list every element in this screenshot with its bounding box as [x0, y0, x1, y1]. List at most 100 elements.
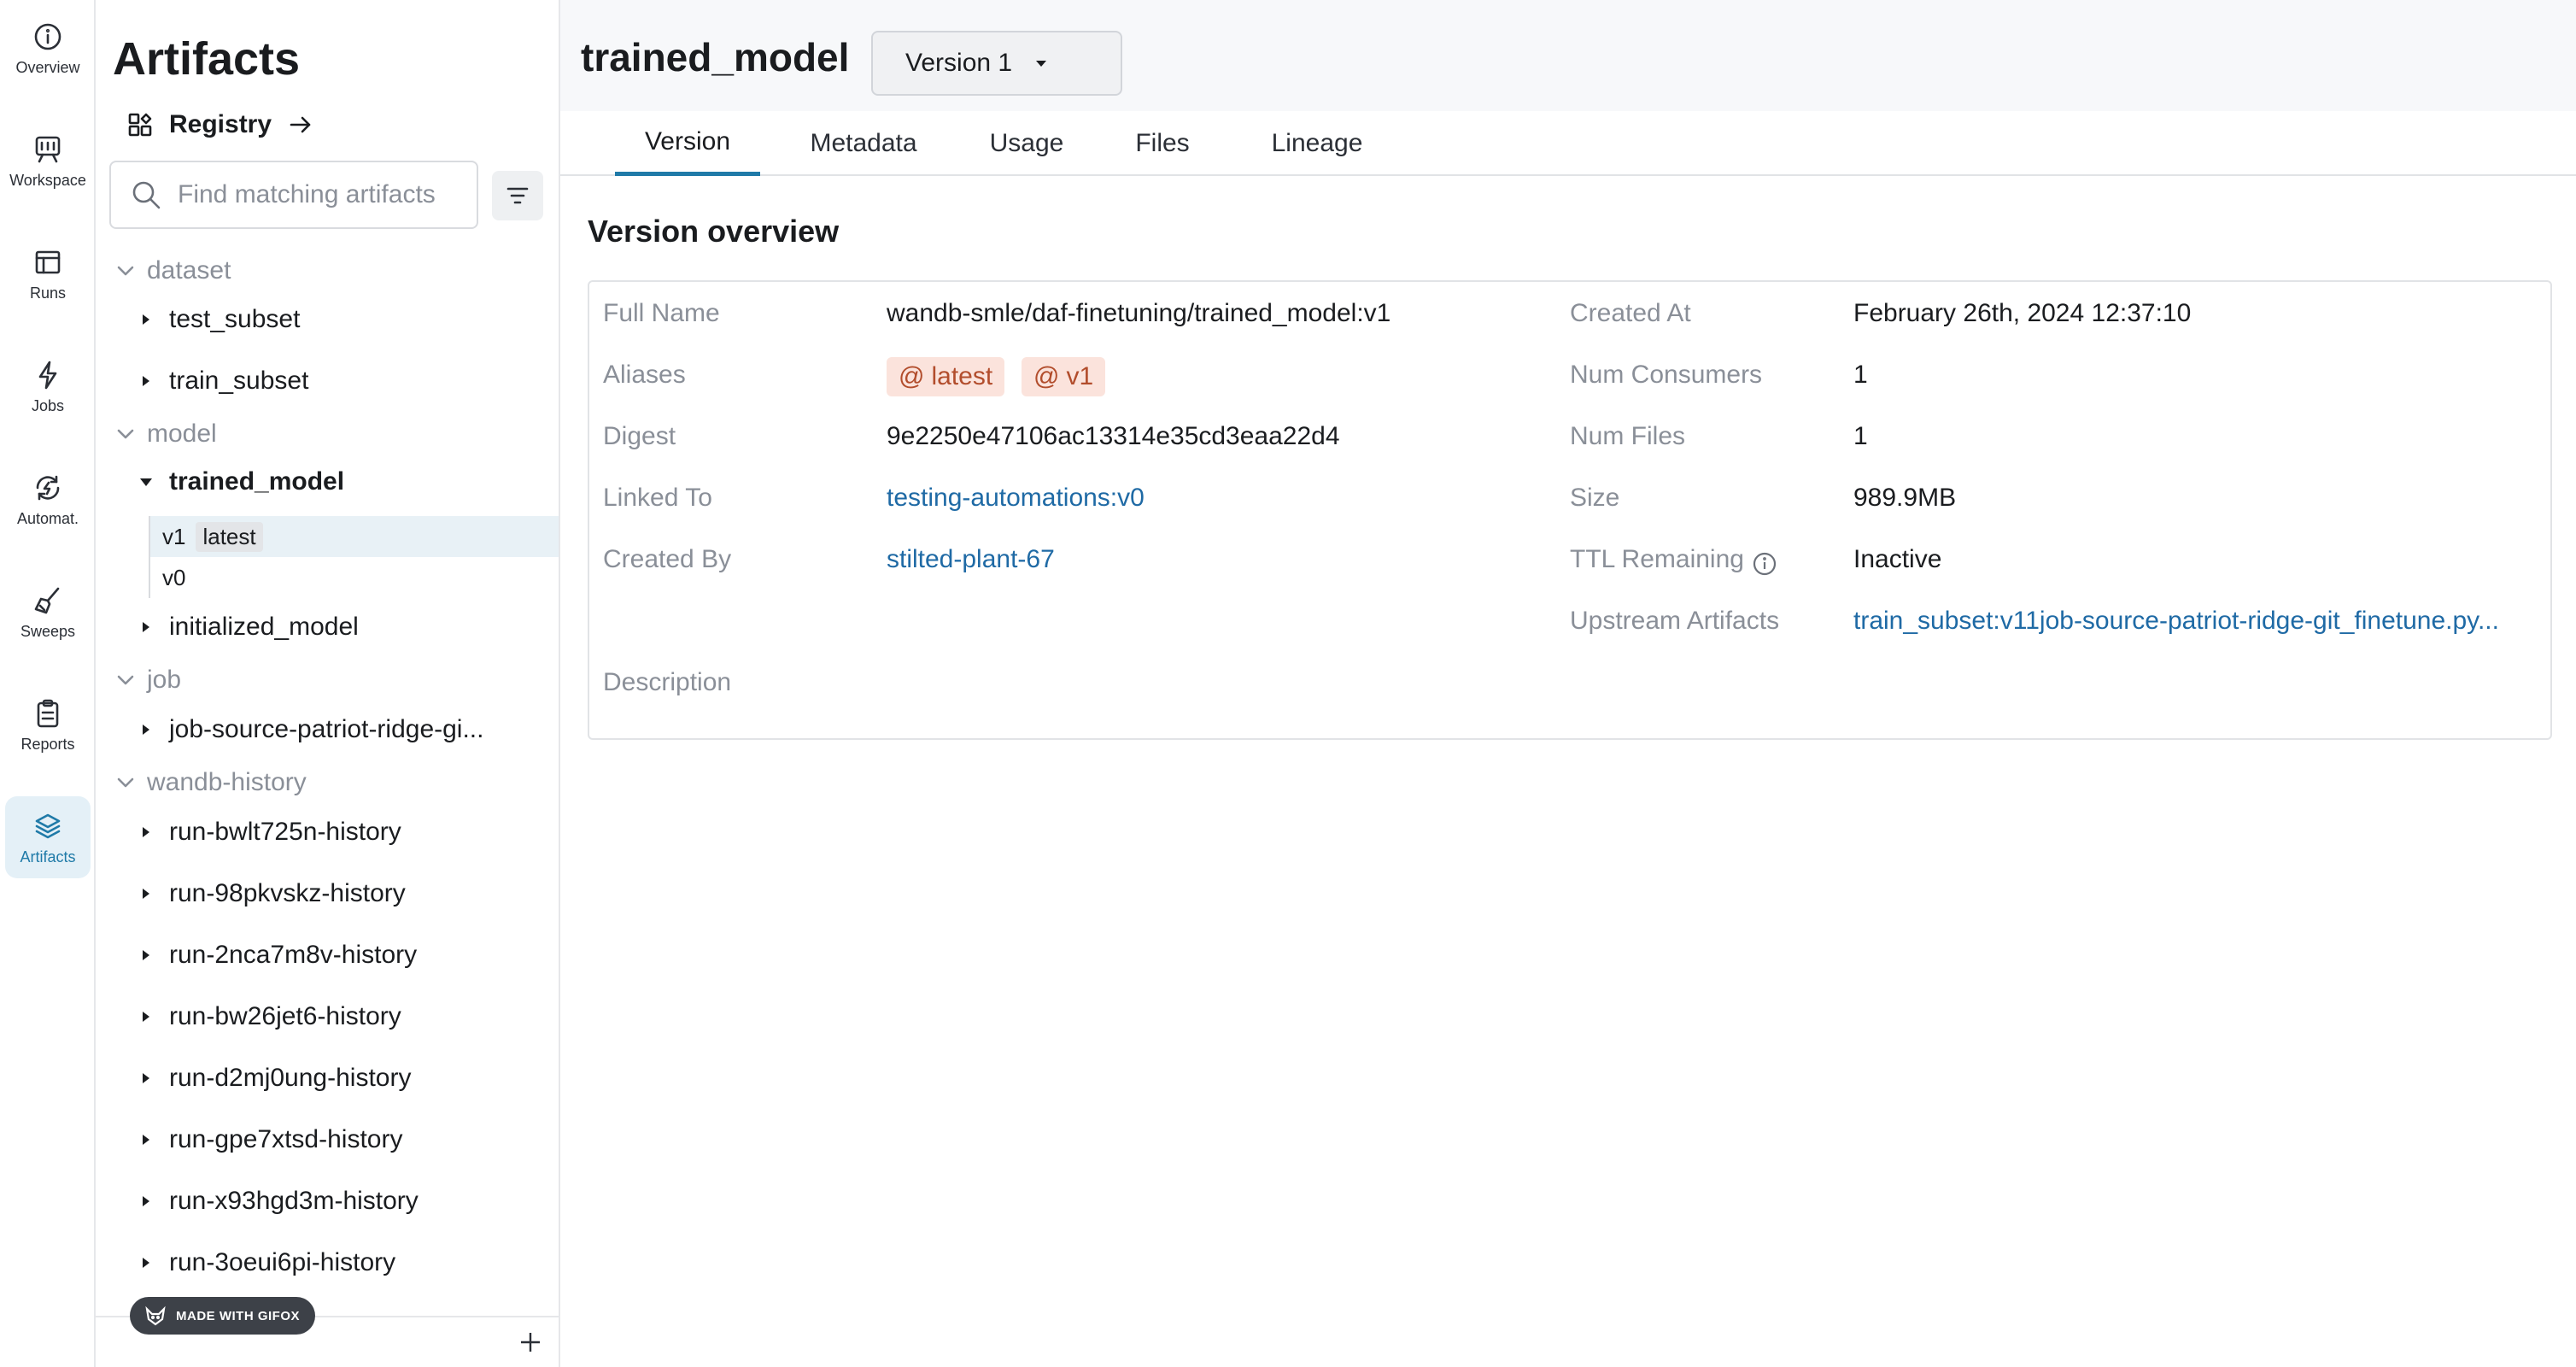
- version-overview-card: Full Name wandb-smle/daf-finetuning/trai…: [588, 280, 2552, 740]
- caret-right-icon: [143, 950, 149, 960]
- layers-icon: [35, 813, 61, 838]
- info-icon: [34, 23, 61, 50]
- tree-item-history[interactable]: run-3oeui6pi-history: [137, 1239, 395, 1287]
- rail-label: Sweeps: [20, 622, 76, 640]
- ttl-label: TTL Remaining: [1570, 545, 1744, 573]
- rail-label: Overview: [15, 58, 80, 76]
- version-row-v1[interactable]: v1 latest: [149, 516, 559, 557]
- add-button[interactable]: [518, 1329, 543, 1355]
- caret-right-icon: [143, 1073, 149, 1083]
- version-dropdown-value: Version 1: [905, 49, 1013, 77]
- tree-item-label: job-source-patriot-ridge-gi...: [169, 715, 484, 743]
- version-dropdown[interactable]: Version 1: [871, 31, 1122, 96]
- upstream-link[interactable]: train_subset:v11job-source-patriot-ridge…: [1853, 607, 2537, 636]
- alias-badge-v1[interactable]: @ v1: [1022, 357, 1106, 396]
- group-label: job: [147, 666, 182, 694]
- group-label: wandb-history: [147, 768, 307, 796]
- tree-item-history[interactable]: run-bw26jet6-history: [137, 993, 401, 1041]
- num-consumers-label: Num Consumers: [1570, 361, 1763, 389]
- tree-item-history[interactable]: run-x93hgd3m-history: [137, 1177, 419, 1225]
- tree-group-dataset[interactable]: dataset: [114, 249, 231, 292]
- arrow-right-icon: [290, 116, 311, 133]
- caret-right-icon: [143, 1135, 149, 1145]
- rail-label: Workspace: [9, 171, 86, 189]
- tree-item-label: run-98pkvskz-history: [169, 879, 406, 907]
- version-name: v0: [162, 564, 186, 590]
- caret-down-icon: [140, 478, 152, 486]
- linked-to-link[interactable]: testing-automations:v0: [887, 484, 1145, 513]
- automation-icon: [36, 475, 60, 500]
- search-input[interactable]: [178, 180, 468, 209]
- tree-item-history[interactable]: run-bwlt725n-history: [137, 808, 401, 856]
- size-value: 989.9MB: [1853, 484, 1957, 512]
- tab-version[interactable]: Version: [615, 111, 760, 176]
- gifox-watermark: MADE WITH GIFOX: [130, 1297, 315, 1335]
- rail-jobs[interactable]: Jobs: [5, 345, 91, 427]
- search-box[interactable]: [109, 161, 478, 229]
- tree-item-label: trained_model: [169, 467, 345, 496]
- created-by-label: Created By: [603, 545, 732, 573]
- tree-item-history[interactable]: run-d2mj0ung-history: [137, 1054, 411, 1102]
- tree-item-history[interactable]: run-2nca7m8v-history: [137, 931, 417, 979]
- alias-badge-latest[interactable]: @ latest: [887, 357, 1005, 396]
- group-label: model: [147, 419, 217, 448]
- caret-right-icon: [143, 1196, 149, 1206]
- caret-down-icon: [1036, 61, 1047, 67]
- created-by-link[interactable]: stilted-plant-67: [887, 545, 1055, 574]
- rail-label: Runs: [29, 284, 67, 302]
- at-icon: @: [1033, 362, 1060, 390]
- chevron-down-icon: [117, 429, 134, 439]
- tree-item-test-subset[interactable]: test_subset: [137, 296, 300, 343]
- tree-item-history[interactable]: run-98pkvskz-history: [137, 870, 406, 918]
- filter-button[interactable]: [492, 171, 543, 220]
- digest-value: 9e2250e47106ac13314e35cd3eaa22d4: [887, 422, 1340, 450]
- registry-link[interactable]: Registry: [126, 106, 314, 144]
- rail-reports[interactable]: Reports: [5, 684, 91, 766]
- rail-workspace[interactable]: Workspace: [5, 120, 91, 202]
- num-files-label: Num Files: [1570, 422, 1686, 450]
- version-row-v0[interactable]: v0: [149, 557, 559, 598]
- workspace-icon: [35, 136, 61, 162]
- panel-title: Artifacts: [113, 33, 301, 85]
- ttl-value: Inactive: [1853, 545, 1942, 573]
- info-icon[interactable]: [1751, 550, 1778, 578]
- caret-right-icon: [143, 725, 149, 735]
- chevron-down-icon: [117, 675, 134, 685]
- tree-group-job[interactable]: job: [114, 659, 181, 701]
- tree-item-train-subset[interactable]: train_subset: [137, 357, 308, 405]
- rail-sweeps[interactable]: Sweeps: [5, 571, 91, 653]
- tree-item-label: run-bw26jet6-history: [169, 1002, 401, 1030]
- tree-group-model[interactable]: model: [114, 413, 217, 455]
- lightning-icon: [38, 361, 57, 389]
- tree-item-trained-model[interactable]: trained_model: [137, 458, 344, 506]
- rail-label: Jobs: [31, 396, 65, 414]
- rail-automations[interactable]: Automat.: [5, 458, 91, 540]
- section-title: Version overview: [588, 214, 840, 249]
- rail-runs[interactable]: Runs: [5, 232, 91, 314]
- tree-item-label: initialized_model: [169, 613, 359, 641]
- tree-item-initialized-model[interactable]: initialized_model: [137, 603, 359, 651]
- tree-item-label: run-gpe7xtsd-history: [169, 1125, 403, 1153]
- tab-usage[interactable]: Usage: [967, 111, 1086, 176]
- registry-label: Registry: [169, 110, 272, 138]
- tree-item-history[interactable]: run-gpe7xtsd-history: [137, 1116, 402, 1164]
- search-icon: [132, 181, 161, 209]
- clipboard-icon: [37, 699, 59, 727]
- tree-group-wandb-history[interactable]: wandb-history: [114, 761, 307, 804]
- rail-overview[interactable]: Overview: [5, 7, 91, 89]
- version-tag: latest: [196, 521, 263, 552]
- tree-item-label: test_subset: [169, 305, 301, 333]
- tab-files[interactable]: Files: [1107, 111, 1218, 176]
- runs-table-icon: [35, 250, 61, 273]
- rail-artifacts[interactable]: Artifacts: [5, 796, 91, 878]
- num-consumers-value: 1: [1853, 361, 1868, 389]
- tab-lineage[interactable]: Lineage: [1240, 111, 1394, 176]
- plus-icon: [521, 1333, 540, 1352]
- tree-item-label: run-x93hgd3m-history: [169, 1187, 419, 1215]
- main-content: trained_model Version 1 Version Metadata…: [560, 0, 2576, 1367]
- tab-metadata[interactable]: Metadata: [782, 111, 945, 176]
- full-name-value: wandb-smle/daf-finetuning/trained_model:…: [887, 299, 1391, 327]
- tree-item-job-source[interactable]: job-source-patriot-ridge-gi...: [137, 706, 483, 754]
- caret-right-icon: [143, 827, 149, 837]
- artifacts-panel: Artifacts Registry dataset test_subset t…: [96, 0, 560, 1367]
